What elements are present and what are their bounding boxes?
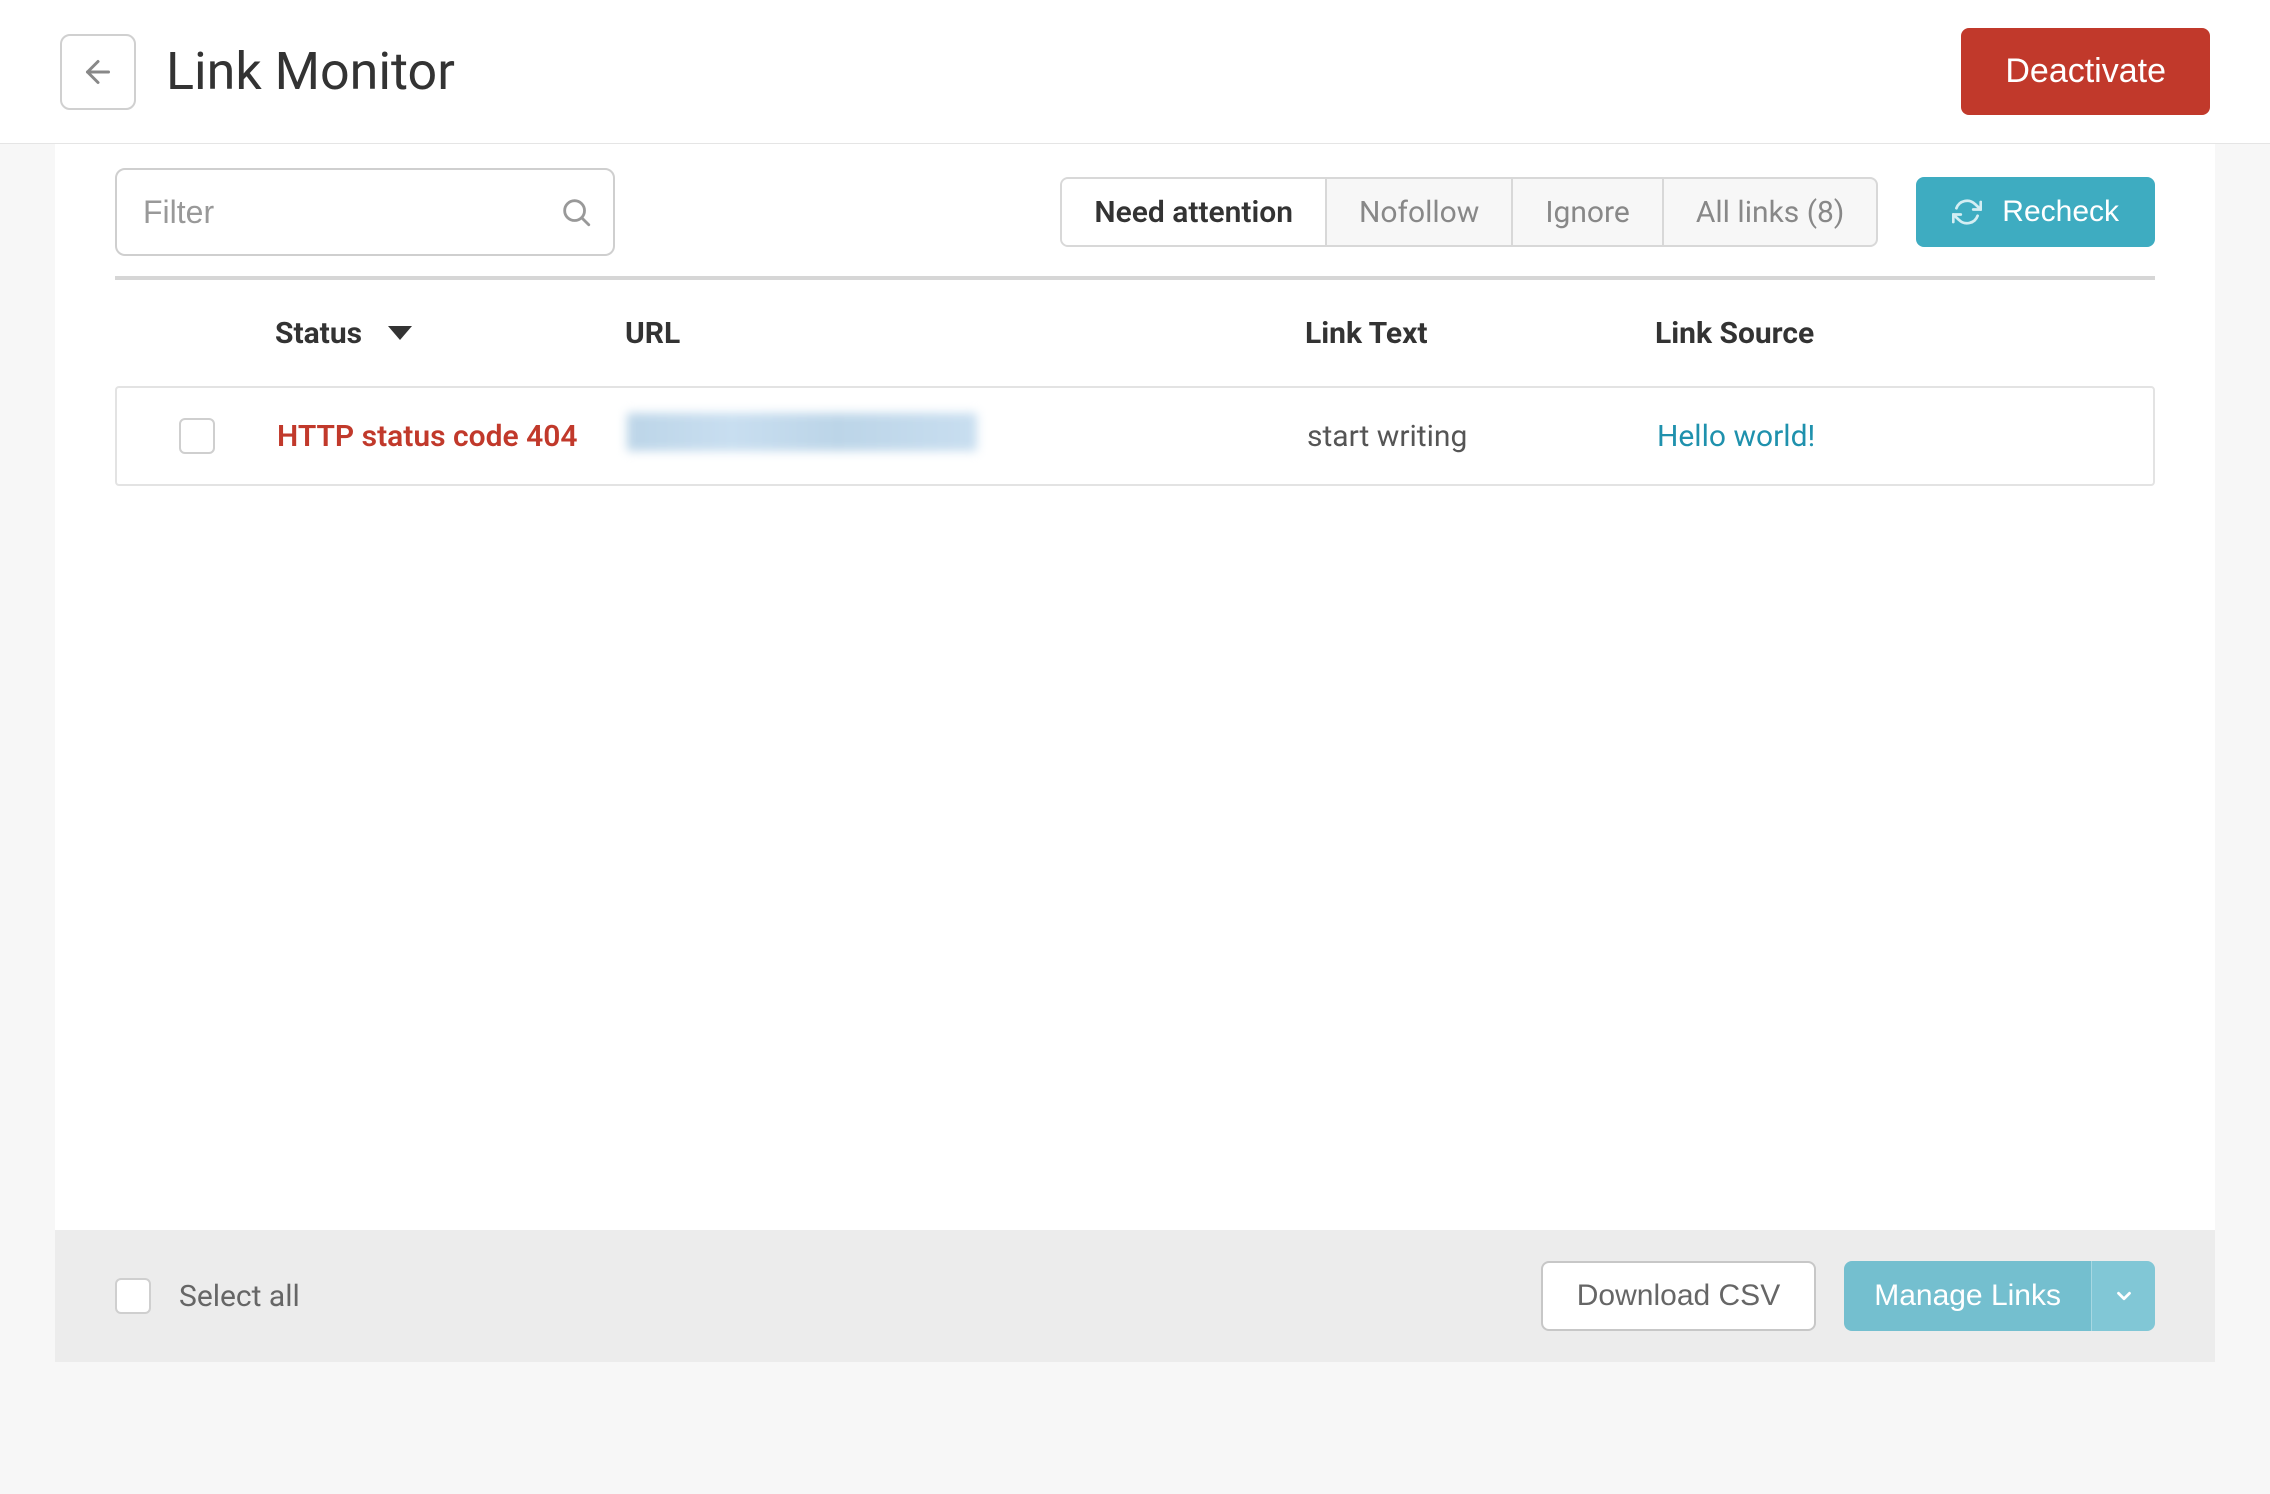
recheck-button[interactable]: Recheck — [1916, 177, 2155, 247]
table-header: Status URL Link Text Link Source — [115, 276, 2155, 386]
header-left: Link Monitor — [60, 34, 455, 110]
header-bar: Link Monitor Deactivate — [0, 0, 2270, 144]
chevron-down-icon — [2113, 1285, 2135, 1307]
table: Status URL Link Text Link Source HTTP st… — [55, 276, 2215, 486]
tab-nofollow[interactable]: Nofollow — [1327, 179, 1513, 245]
th-status[interactable]: Status — [275, 316, 625, 351]
manage-links-group: Manage Links — [1844, 1261, 2155, 1331]
search-icon — [559, 195, 593, 229]
toolbar: Need attention Nofollow Ignore All links… — [55, 144, 2215, 276]
manage-links-dropdown-toggle[interactable] — [2091, 1261, 2155, 1331]
footer-bar: Select all Download CSV Manage Links — [55, 1230, 2215, 1362]
deactivate-button[interactable]: Deactivate — [1961, 28, 2210, 115]
back-button[interactable] — [60, 34, 136, 110]
filter-input[interactable] — [115, 168, 615, 256]
refresh-icon — [1952, 197, 1982, 227]
row-url[interactable] — [627, 413, 1307, 459]
footer-left: Select all — [115, 1278, 300, 1314]
page-title: Link Monitor — [166, 41, 455, 102]
select-all-checkbox[interactable] — [115, 1278, 151, 1314]
th-link-text[interactable]: Link Text — [1305, 316, 1655, 351]
table-row: HTTP status code 404 start writing Hello… — [115, 386, 2155, 486]
row-status: HTTP status code 404 — [277, 419, 627, 454]
blurred-url-icon — [627, 413, 977, 451]
main-panel: Need attention Nofollow Ignore All links… — [55, 144, 2215, 1362]
footer-right: Download CSV Manage Links — [1541, 1261, 2155, 1331]
arrow-left-icon — [80, 54, 116, 90]
tab-need-attention[interactable]: Need attention — [1062, 179, 1327, 245]
row-link-source[interactable]: Hello world! — [1657, 419, 2153, 454]
manage-links-button[interactable]: Manage Links — [1844, 1261, 2091, 1331]
tab-all-links[interactable]: All links (8) — [1664, 179, 1876, 245]
select-all-label: Select all — [179, 1279, 300, 1314]
tab-group: Need attention Nofollow Ignore All links… — [1060, 177, 1878, 247]
download-csv-button[interactable]: Download CSV — [1541, 1261, 1816, 1331]
recheck-label: Recheck — [2002, 195, 2119, 229]
th-url[interactable]: URL — [625, 316, 1305, 351]
toolbar-right: Need attention Nofollow Ignore All links… — [1060, 177, 2155, 247]
sort-desc-icon — [388, 326, 412, 340]
th-link-source[interactable]: Link Source — [1655, 316, 2155, 351]
th-status-label: Status — [275, 316, 362, 351]
row-checkbox-cell — [117, 418, 277, 454]
row-checkbox[interactable] — [179, 418, 215, 454]
row-link-text: start writing — [1307, 419, 1657, 454]
filter-wrap — [115, 168, 615, 256]
tab-ignore[interactable]: Ignore — [1513, 179, 1663, 245]
